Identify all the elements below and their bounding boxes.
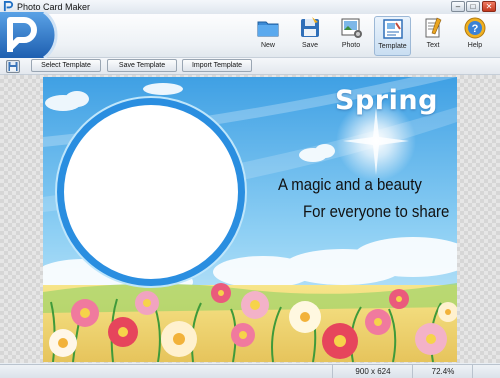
card-preview[interactable]: Spring A magic and a beauty For everyone…	[43, 77, 457, 362]
save-button[interactable]: Save	[295, 16, 325, 56]
close-button[interactable]: ✕	[482, 1, 496, 12]
status-bar: 900 x 624 72.4%	[0, 364, 500, 378]
photo-label: Photo	[341, 42, 361, 49]
help-button[interactable]: ? Help	[460, 16, 490, 56]
select-template-button[interactable]: Select Template	[31, 59, 101, 72]
template-button[interactable]: Template	[374, 16, 411, 56]
save-icon	[301, 17, 319, 37]
photo-button[interactable]: Photo	[335, 16, 367, 56]
svg-text:?: ?	[472, 23, 479, 35]
help-icon: ?	[464, 17, 486, 39]
new-button[interactable]: New	[253, 16, 283, 56]
maximize-button[interactable]: □	[466, 1, 480, 12]
save-template-button[interactable]: Save Template	[107, 59, 177, 72]
text-icon	[425, 17, 442, 38]
new-label: New	[260, 42, 275, 49]
status-dimensions: 900 x 624	[332, 365, 413, 378]
template-icon	[382, 19, 403, 39]
text-button[interactable]: Text	[418, 16, 448, 56]
card-title[interactable]: Spring	[335, 85, 455, 116]
text-label: Text	[426, 42, 440, 49]
folder-icon	[257, 21, 279, 37]
title-bar: Photo Card Maker – □ ✕	[0, 0, 500, 14]
minimize-button[interactable]: –	[451, 1, 465, 12]
app-logo-icon	[3, 1, 14, 12]
status-grip	[472, 365, 500, 378]
card-text-line-1[interactable]: A magic and a beauty	[278, 175, 422, 195]
card-text-line-2[interactable]: For everyone to share	[303, 202, 449, 222]
template-label: Template	[378, 43, 407, 50]
status-zoom: 72.4%	[412, 365, 473, 378]
disk-icon	[8, 62, 18, 71]
save-label: Save	[302, 42, 318, 49]
photo-icon	[341, 18, 362, 38]
help-label: Help	[467, 42, 483, 49]
app-logo	[0, 12, 58, 58]
import-template-button[interactable]: Import Template	[182, 59, 252, 72]
save-template-icon-button[interactable]	[6, 60, 20, 73]
